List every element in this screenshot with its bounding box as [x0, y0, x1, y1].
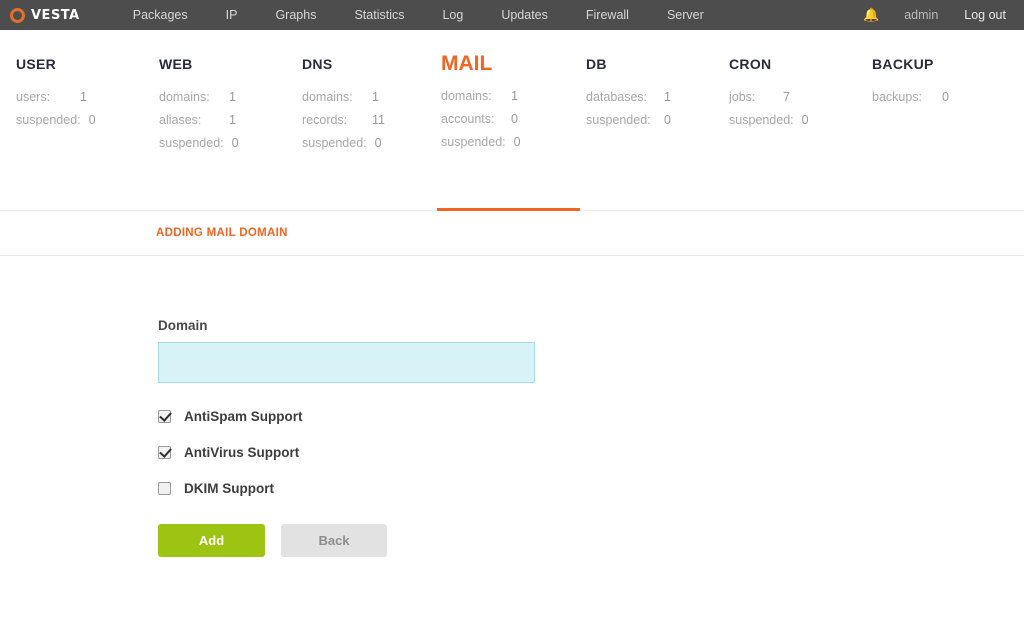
stat-value: 1	[372, 90, 379, 104]
add-button[interactable]: Add	[158, 524, 265, 557]
stat-value: 0	[942, 90, 949, 104]
nav-item-updates[interactable]: Updates	[482, 0, 567, 30]
stat-row: backups: 0	[872, 90, 1004, 104]
stat-row: accounts: 0	[441, 112, 570, 126]
stat-title-user[interactable]: USER	[16, 56, 56, 72]
antivirus-checkbox[interactable]	[158, 446, 171, 459]
add-mail-domain-form: Domain AntiSpam Support AntiVirus Suppor…	[0, 256, 1024, 557]
stat-key: suspended:	[441, 135, 506, 149]
stat-key: accounts:	[441, 112, 495, 126]
stat-key: suspended:	[16, 113, 81, 127]
current-user-link[interactable]: admin	[891, 0, 951, 30]
stat-row: records: 11	[302, 113, 425, 127]
antivirus-label[interactable]: AntiVirus Support	[184, 445, 299, 460]
stat-row: suspended: 0	[729, 113, 856, 127]
form-actions: Add Back	[158, 524, 1024, 557]
stat-key: suspended:	[729, 113, 794, 127]
stat-key: suspended:	[302, 136, 367, 150]
support-options-group: AntiSpam Support AntiVirus Support DKIM …	[158, 409, 1024, 496]
stat-key: domains:	[159, 90, 210, 104]
page-title: ADDING MAIL DOMAIN	[156, 227, 288, 239]
stat-row: databases: 1	[586, 90, 713, 104]
stat-title-db[interactable]: DB	[586, 56, 607, 72]
stat-key: records:	[302, 113, 348, 127]
stat-key: users:	[16, 90, 51, 104]
stat-title-mail[interactable]: MAIL	[441, 53, 492, 74]
checkbox-row-antispam[interactable]: AntiSpam Support	[158, 409, 1024, 424]
stat-value: 1	[664, 90, 671, 104]
stat-row: users: 1	[16, 90, 143, 104]
vesta-logo-text: VESTA	[31, 7, 80, 23]
nav-item-server[interactable]: Server	[648, 0, 723, 30]
stat-key: databases:	[586, 90, 648, 104]
checkbox-row-antivirus[interactable]: AntiVirus Support	[158, 445, 1024, 460]
stat-key: suspended:	[159, 136, 224, 150]
stat-title-dns[interactable]: DNS	[302, 56, 332, 72]
stat-value: 1	[229, 113, 236, 127]
stat-row: jobs: 7	[729, 90, 856, 104]
nav-item-graphs[interactable]: Graphs	[256, 0, 335, 30]
stat-title-cron[interactable]: CRON	[729, 56, 771, 72]
stat-column-dns: DNS domains: 1 records: 11 suspended: 0	[286, 56, 425, 210]
toolbar-strip: ADDING MAIL DOMAIN	[0, 208, 1024, 256]
stat-value: 7	[783, 90, 790, 104]
stat-title-web[interactable]: WEB	[159, 56, 193, 72]
topbar-right-group: 🔔 admin Log out	[851, 0, 1010, 30]
stat-key: backups:	[872, 90, 923, 104]
stat-row: domains: 1	[441, 89, 570, 103]
stat-row: domains: 1	[159, 90, 286, 104]
back-button[interactable]: Back	[281, 524, 387, 557]
nav-item-packages[interactable]: Packages	[114, 0, 207, 30]
nav-item-ip[interactable]: IP	[207, 0, 257, 30]
stat-value: 1	[511, 89, 518, 103]
stat-column-user: USER users: 1 suspended: 0	[0, 56, 143, 210]
stat-row: suspended: 0	[159, 136, 286, 150]
domain-input[interactable]	[158, 342, 535, 383]
stat-row: suspended: 0	[302, 136, 425, 150]
stat-value: 0	[231, 136, 239, 150]
nav-item-log[interactable]: Log	[423, 0, 482, 30]
nav-item-firewall[interactable]: Firewall	[567, 0, 648, 30]
stat-key: jobs:	[729, 90, 756, 104]
stat-value: 0	[513, 135, 521, 149]
main-nav: Packages IP Graphs Statistics Log Update…	[114, 0, 723, 30]
stat-row: suspended: 0	[441, 135, 570, 149]
stat-row: domains: 1	[302, 90, 425, 104]
logout-link[interactable]: Log out	[951, 0, 1010, 30]
stat-row: suspended: 0	[16, 113, 143, 127]
dkim-label[interactable]: DKIM Support	[184, 481, 274, 496]
stat-value: 1	[80, 90, 87, 104]
stat-key: domains:	[441, 89, 492, 103]
stat-key: aliases:	[159, 113, 202, 127]
stat-column-backup: BACKUP backups: 0	[856, 56, 1004, 210]
top-navigation-bar: VESTA Packages IP Graphs Statistics Log …	[0, 0, 1024, 30]
stat-value: 0	[511, 112, 518, 126]
stat-column-web: WEB domains: 1 aliases: 1 suspended: 0	[143, 56, 286, 210]
antispam-checkbox[interactable]	[158, 410, 171, 423]
vesta-ring-icon	[10, 7, 25, 23]
stat-title-backup[interactable]: BACKUP	[872, 56, 934, 72]
bell-icon[interactable]: 🔔	[851, 0, 891, 30]
active-tab-indicator	[437, 208, 580, 211]
nav-item-statistics[interactable]: Statistics	[335, 0, 423, 30]
stat-value: 0	[374, 136, 382, 150]
stats-panel: USER users: 1 suspended: 0 WEB domains: …	[0, 30, 1024, 210]
stat-row: aliases: 1	[159, 113, 286, 127]
stat-value: 0	[664, 113, 671, 127]
vesta-logo[interactable]: VESTA	[10, 7, 80, 23]
stat-value: 0	[801, 113, 809, 127]
stat-row: suspended: 0	[586, 113, 713, 127]
checkbox-row-dkim[interactable]: DKIM Support	[158, 481, 1024, 496]
stat-column-cron: CRON jobs: 7 suspended: 0	[713, 56, 856, 210]
stat-column-db: DB databases: 1 suspended: 0	[570, 56, 713, 210]
dkim-checkbox[interactable]	[158, 482, 171, 495]
stat-value: 11	[372, 113, 385, 127]
stat-key: domains:	[302, 90, 353, 104]
antispam-label[interactable]: AntiSpam Support	[184, 409, 303, 424]
stat-column-mail: MAIL domains: 1 accounts: 0 suspended: 0	[425, 53, 570, 210]
stat-value: 1	[229, 90, 236, 104]
domain-field-label: Domain	[158, 318, 208, 333]
stat-key: suspended:	[586, 113, 651, 127]
stat-value: 0	[88, 113, 96, 127]
